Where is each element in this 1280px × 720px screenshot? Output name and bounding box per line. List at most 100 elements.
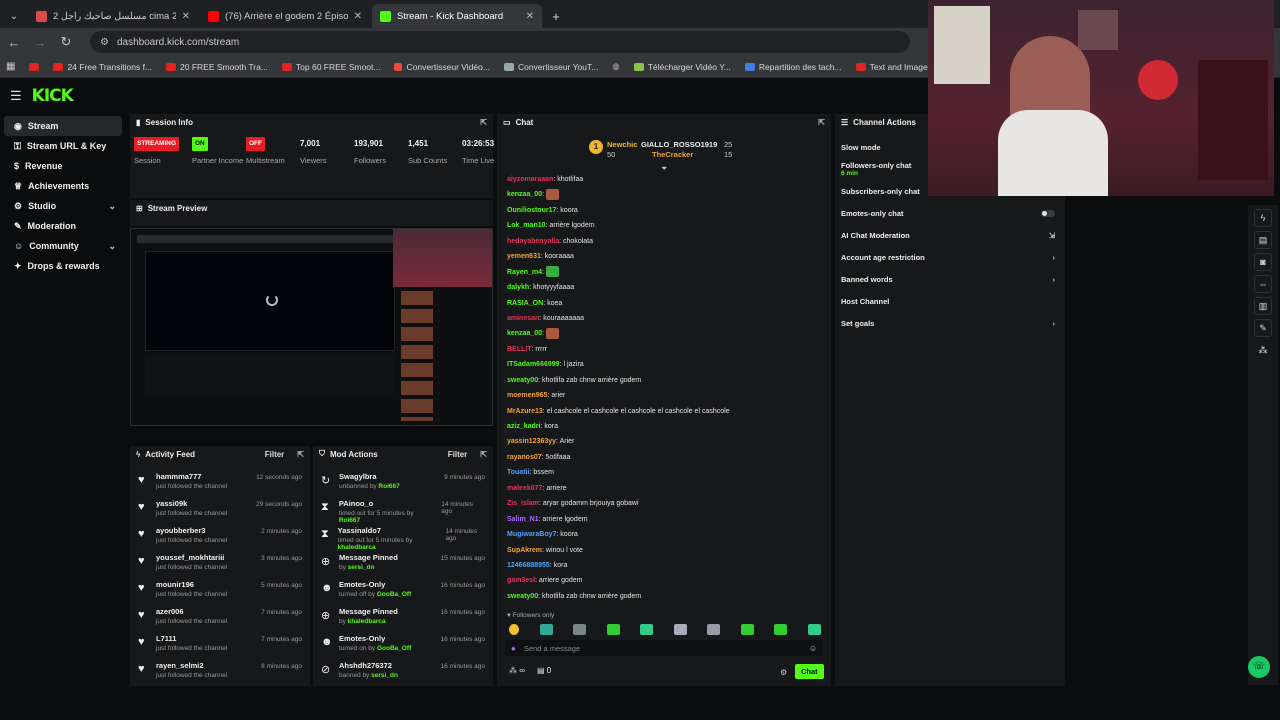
chat-message[interactable]: rayanos07: 5otlfaaa [497,450,831,465]
chat-username[interactable]: gam3esl [507,577,535,584]
chat-bubble-icon[interactable]: ◙ [1254,253,1272,271]
activity-username[interactable]: rayen_selmi2 [156,661,227,670]
activity-row[interactable]: ♥ youssef_mokhtariii just followed the cha… [130,553,310,580]
forward-icon[interactable]: → [32,35,48,50]
bookmark-youtube[interactable] [29,62,40,71]
moderator-name[interactable]: Roi667 [339,517,360,524]
activity-username[interactable]: azer006 [156,607,227,616]
chat-username[interactable]: Lok_man10 [507,222,546,229]
stream-preview-video[interactable] [130,228,493,426]
activity-row[interactable]: ♥ hammma777 just followed the channel 12 se… [130,472,310,499]
site-info-icon[interactable]: ⚙ [100,37,109,48]
activity-username[interactable]: yassi09k [156,499,227,508]
mod-action-row[interactable]: ⊕ Message Pinned by sersi_dn 15 minutes ago [313,553,493,580]
moderator-name[interactable]: Roi667 [378,483,399,490]
activity-username[interactable]: hammma777 [156,472,227,481]
send-chat-button[interactable]: Chat [795,664,824,679]
tab-close-icon[interactable]: ✕ [354,11,362,22]
sidebar-item-stream-url[interactable]: ⚿ Stream URL & Key [4,136,122,156]
activity-row[interactable]: ♥ yassi09k just followed the channel 29 sec… [130,499,310,526]
mod-action-row[interactable]: ☻ Emotes-Only turned on by GooBa_Off 16 min… [313,634,493,661]
chat-username[interactable]: Zis_islam [507,500,539,507]
emoji-picker-icon[interactable]: ☺ [809,644,817,653]
host-channel-row[interactable]: Host Channel [835,290,1065,312]
chat-message[interactable]: kenzaa_00: [497,326,831,341]
tool-icon[interactable]: ✎ [1254,319,1272,337]
gifter-name[interactable]: TheCracker [652,150,693,159]
chat-username[interactable]: aziz_kadri [507,423,540,430]
bookmark-item[interactable]: Top 60 FREE Smoot... [281,62,380,72]
ai-moderation-row[interactable]: AI Chat Moderation ⇲ [835,224,1065,246]
chat-message[interactable]: dalykh: khotyyyfaaaa [497,280,831,295]
bookmark-item[interactable]: Convertisseur YouT... [503,62,598,72]
chat-username[interactable]: ITSadam666999 [507,361,560,368]
link-icon[interactable]: ⇔ [1254,275,1272,293]
emote-icon[interactable] [606,624,620,635]
chat-username[interactable]: moemen965 [507,392,547,399]
chat-username[interactable]: Rayen_m4 [507,269,542,276]
chat-username[interactable]: MugiwaraBoy7 [507,531,556,538]
chat-message[interactable]: SupAkrem: winou l vote [497,543,831,558]
sidebar-item-achievements[interactable]: ♕ Achievements [4,176,122,196]
chat-message[interactable]: Ouniliostour17: koora [497,203,831,218]
bookmark-item[interactable]: 20 FREE Smooth Tra... [166,62,268,72]
emotes-only-row[interactable]: Emotes-only chat [835,202,1065,224]
chat-username[interactable]: yemen631 [507,253,541,260]
activity-username[interactable]: ayoubberber3 [156,526,227,535]
chat-message[interactable]: sweaty00: khotlifa zab chnw arrière gode… [497,589,831,604]
chat-message[interactable]: gam3esl: arriere godem [497,573,831,588]
chat-message[interactable]: Salim_N1: arriere lgodem [497,512,831,527]
chat-input[interactable]: ● Send a message ☺ [505,640,823,656]
moderator-name[interactable]: GooBa_Off [377,645,411,652]
activity-row[interactable]: ♥ ayoubberber3 just followed the channel 2 … [130,526,310,553]
mic-icon[interactable]: ● [511,644,516,653]
moderator-name[interactable]: GooBa_Off [377,591,411,598]
emote-icon[interactable] [539,624,553,635]
activity-row[interactable]: ♥ azer006 just followed the channel 7 minut… [130,607,310,634]
clipboard-icon[interactable]: ▥ [1254,297,1272,315]
filter-button[interactable]: Filter [265,450,285,459]
chat-username[interactable]: Touatii [507,469,529,476]
sidebar-item-moderation[interactable]: ✎ Moderation [4,216,122,236]
chat-username[interactable]: aminesan [507,315,539,322]
support-chat-icon[interactable]: ☏ [1248,656,1270,678]
kick-logo[interactable]: KICK [32,86,74,106]
viewer-points[interactable]: ⁂ ∞ [509,666,525,675]
lightning-icon[interactable]: ϟ [1254,209,1272,227]
chat-username[interactable]: MrAzure13 [507,408,543,415]
account-age-row[interactable]: Account age restriction › [835,246,1065,268]
chat-username[interactable]: Ouniliostour17 [507,207,556,214]
chat-message[interactable]: MrAzure13: el cashcole el cashcole el ca… [497,404,831,419]
chat-message[interactable]: hedayabenyalla: chokolata [497,234,831,249]
gifter-name[interactable]: Newchic [607,140,637,149]
popout-icon[interactable]: ⇱ [818,118,825,127]
emote-icon[interactable] [740,624,754,635]
share-icon[interactable]: ⁂ [1254,341,1272,359]
apps-grid-icon[interactable]: ▦ [6,61,15,72]
filter-button[interactable]: Filter [448,450,468,459]
new-tab-button[interactable]: + [544,4,568,28]
emote-icon[interactable] [807,624,821,635]
chat-message[interactable]: maleek077: arriere [497,481,831,496]
mod-action-row[interactable]: ⧗ Yassinaldo7 timed out for 5 minutes by k… [313,526,493,553]
chat-username[interactable]: yassin12363yy [507,438,556,445]
bookmark-item[interactable]: Repartition des tach... [744,62,842,72]
browser-tab-3[interactable]: Stream - Kick Dashboard ✕ [372,4,542,28]
chat-message[interactable]: Rayen_m4: [497,265,831,280]
mod-action-row[interactable]: ⊘ Ahshdh276372 banned by sersi_dn 16 minute… [313,661,493,688]
chat-username[interactable]: BELLIT [507,346,532,353]
banned-words-row[interactable]: Banned words › [835,268,1065,290]
sidebar-item-drops[interactable]: ✦ Drops & rewards [4,256,122,276]
mod-action-row[interactable]: ⧗ PAinoo_o timed out for 5 minutes by Roi6… [313,499,493,526]
moderator-name[interactable]: khaledbarca [338,544,376,551]
bookmark-item[interactable]: Télécharger Vidéo Y... [633,62,731,72]
reload-icon[interactable]: ↻ [58,34,74,50]
chat-username[interactable]: SupAkrem [507,547,542,554]
chat-message[interactable]: moemen965: arier [497,388,831,403]
sidebar-item-stream[interactable]: ◉ Stream [4,116,122,136]
tab-close-icon[interactable]: ✕ [182,11,190,22]
gifter-name[interactable]: GIALLO_ROSSO1919 [641,140,717,149]
chat-username[interactable]: aiyzomaraaan [507,176,553,183]
chat-username[interactable]: 12466888955 [507,562,550,569]
popout-icon[interactable]: ⇱ [480,118,487,127]
